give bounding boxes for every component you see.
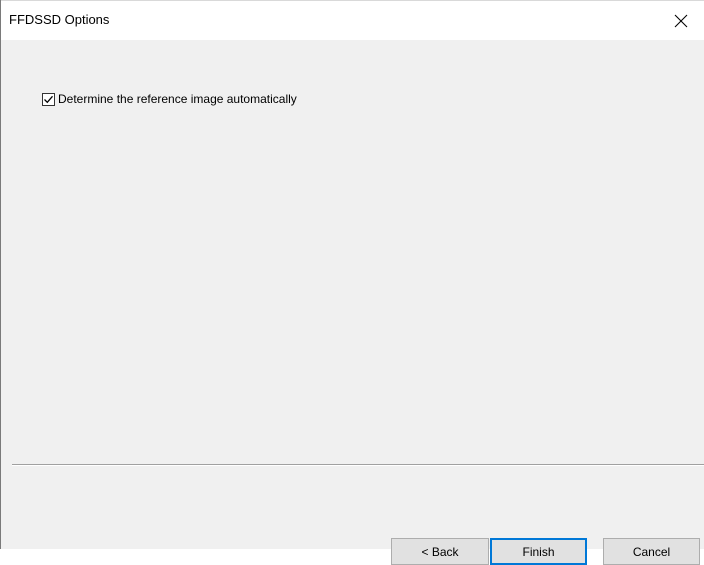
auto-reference-checkbox[interactable] [42,92,55,106]
cancel-button[interactable]: Cancel [603,538,700,565]
close-icon [674,14,688,28]
dialog-window: FFDSSD Options Determine the reference i… [0,0,704,565]
close-button[interactable] [658,1,704,40]
dialog-content: Determine the reference image automatica… [1,40,704,565]
window-title: FFDSSD Options [9,12,110,27]
back-button[interactable]: < Back [391,538,489,565]
auto-reference-label[interactable]: Determine the reference image automatica… [58,91,297,107]
finish-button[interactable]: Finish [490,538,587,565]
title-bar[interactable]: FFDSSD Options [1,0,704,40]
auto-reference-option[interactable]: Determine the reference image automatica… [42,91,297,107]
footer-separator [12,464,704,466]
